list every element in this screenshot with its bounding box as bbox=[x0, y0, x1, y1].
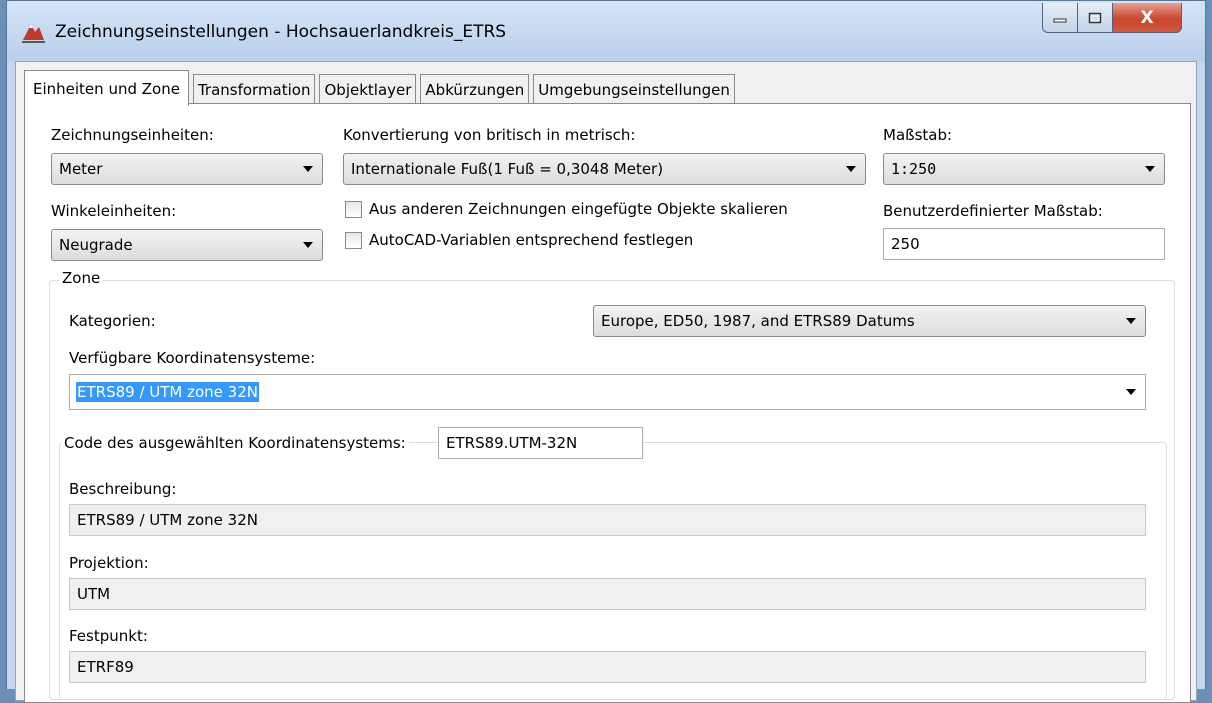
drawing-units-value: Meter bbox=[59, 160, 103, 178]
description-label: Beschreibung: bbox=[69, 480, 177, 498]
tab-strip: Einheiten und Zone Transformation Objekt… bbox=[24, 70, 739, 106]
chevron-down-icon bbox=[1126, 318, 1136, 324]
close-button[interactable]: X bbox=[1112, 3, 1182, 33]
drawing-units-label: Zeichnungseinheiten: bbox=[51, 126, 214, 144]
custom-scale-input[interactable]: 250 bbox=[883, 228, 1165, 260]
scale-inserted-objects-option[interactable]: Aus anderen Zeichnungen eingefügte Objek… bbox=[345, 200, 788, 218]
chevron-down-icon bbox=[1145, 166, 1155, 172]
tab-einheiten-und-zone[interactable]: Einheiten und Zone bbox=[24, 70, 189, 106]
datum-value: ETRF89 bbox=[77, 658, 134, 676]
categories-dropdown[interactable]: Europe, ED50, 1987, and ETRS89 Datums bbox=[593, 305, 1146, 337]
conversion-value: Internationale Fuß(1 Fuß = 0,3048 Meter) bbox=[351, 160, 664, 178]
map-3d-app-icon bbox=[22, 24, 45, 43]
scale-inserted-objects-checkbox[interactable] bbox=[345, 200, 362, 218]
cs-code-value: ETRS89.UTM-32N bbox=[446, 434, 578, 452]
chevron-down-icon bbox=[1126, 389, 1136, 395]
coordinate-system-dropdown[interactable]: ETRS89 / UTM zone 32N bbox=[69, 374, 1146, 410]
maximize-button[interactable] bbox=[1077, 3, 1113, 33]
scale-label: Maßstab: bbox=[883, 126, 953, 144]
autocad-variables-label: AutoCAD-Variablen entsprechend festlegen bbox=[369, 231, 694, 249]
tab-transformation[interactable]: Transformation bbox=[192, 74, 316, 104]
description-field: ETRS89 / UTM zone 32N bbox=[69, 504, 1146, 536]
minimize-button[interactable] bbox=[1042, 3, 1078, 33]
maximize-icon bbox=[1088, 12, 1102, 23]
custom-scale-value: 250 bbox=[891, 235, 920, 253]
minimize-icon bbox=[1053, 18, 1067, 22]
tab-objektlayer[interactable]: Objektlayer bbox=[319, 74, 417, 104]
scale-dropdown[interactable]: 1:250 bbox=[883, 153, 1165, 185]
cs-code-input[interactable]: ETRS89.UTM-32N bbox=[438, 427, 643, 459]
scale-value: 1:250 bbox=[891, 160, 937, 178]
angle-units-value: Neugrade bbox=[59, 236, 133, 254]
zone-group-title: Zone bbox=[59, 269, 104, 287]
autocad-variables-option[interactable]: AutoCAD-Variablen entsprechend festlegen bbox=[345, 231, 693, 249]
tab-panel-einheiten-und-zone: Zeichnungseinheiten: Meter Konvertierung… bbox=[24, 103, 1191, 703]
title-bar[interactable]: Zeichnungseinstellungen - Hochsauerlandk… bbox=[7, 1, 1205, 61]
projection-label: Projektion: bbox=[69, 554, 149, 572]
conversion-dropdown[interactable]: Internationale Fuß(1 Fuß = 0,3048 Meter) bbox=[343, 153, 866, 185]
autocad-variables-checkbox[interactable] bbox=[345, 231, 362, 249]
drawing-units-dropdown[interactable]: Meter bbox=[51, 153, 323, 185]
available-cs-label: Verfügbare Koordinatensysteme: bbox=[69, 349, 316, 367]
categories-label: Kategorien: bbox=[69, 312, 156, 330]
dialog-client-area: Einheiten und Zone Transformation Objekt… bbox=[15, 61, 1197, 703]
datum-label: Festpunkt: bbox=[69, 627, 148, 645]
conversion-label: Konvertierung von britisch in metrisch: bbox=[343, 126, 636, 144]
dialog-window: Zeichnungseinstellungen - Hochsauerlandk… bbox=[6, 0, 1206, 703]
custom-scale-label: Benutzerdefinierter Maßstab: bbox=[883, 202, 1103, 220]
chevron-down-icon bbox=[846, 166, 856, 172]
scale-inserted-objects-label: Aus anderen Zeichnungen eingefügte Objek… bbox=[369, 200, 788, 218]
cs-code-label: Code des ausgewählten Koordinatensystems… bbox=[61, 434, 409, 452]
projection-field: UTM bbox=[69, 578, 1146, 610]
window-title: Zeichnungseinstellungen - Hochsauerlandk… bbox=[55, 22, 507, 42]
angle-units-label: Winkeleinheiten: bbox=[51, 202, 177, 220]
projection-value: UTM bbox=[77, 585, 111, 603]
categories-value: Europe, ED50, 1987, and ETRS89 Datums bbox=[601, 312, 915, 330]
chevron-down-icon bbox=[303, 166, 313, 172]
close-icon: X bbox=[1140, 7, 1154, 28]
angle-units-dropdown[interactable]: Neugrade bbox=[51, 229, 323, 261]
datum-field: ETRF89 bbox=[69, 651, 1146, 683]
tab-umgebungseinstellungen[interactable]: Umgebungseinstellungen bbox=[533, 74, 735, 104]
coordinate-system-value: ETRS89 / UTM zone 32N bbox=[76, 382, 259, 402]
tab-abkuerzungen[interactable]: Abkürzungen bbox=[420, 74, 530, 104]
description-value: ETRS89 / UTM zone 32N bbox=[77, 511, 258, 529]
chevron-down-icon bbox=[303, 242, 313, 248]
